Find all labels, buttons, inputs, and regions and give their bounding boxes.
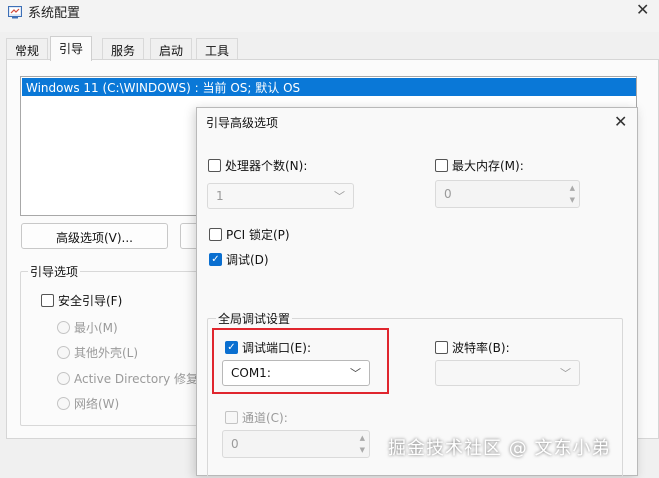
tab-services[interactable]: 服务: [102, 38, 145, 60]
spin-down-icon[interactable]: ▼: [360, 446, 365, 454]
network-radio[interactable]: [57, 397, 70, 410]
baud-rate-label: 波特率(B):: [452, 341, 510, 355]
checkmark-icon: ✓: [211, 254, 220, 265]
max-memory-spinner[interactable]: 0 ▲ ▼: [435, 180, 580, 208]
chevron-down-icon: ﹀: [560, 367, 571, 380]
tab-tools[interactable]: 工具: [196, 38, 239, 60]
channel-value: 0: [231, 437, 239, 451]
window-title: 系统配置: [28, 6, 81, 21]
safe-boot-checkbox[interactable]: [41, 294, 54, 307]
safe-boot-label: 安全引导(F): [58, 294, 123, 308]
system-config-app-icon: [8, 6, 22, 19]
tab-boot[interactable]: 引导: [50, 36, 93, 61]
max-memory-label: 最大内存(M):: [452, 159, 524, 173]
boot-options-legend: 引导选项: [28, 263, 81, 280]
tab-strip: 常规 引导 服务 启动 工具: [0, 36, 659, 61]
tab-startup[interactable]: 启动: [150, 38, 193, 60]
network-label: 网络(W): [74, 397, 120, 411]
channel-checkbox[interactable]: [225, 411, 238, 424]
channel-spinner[interactable]: 0 ▲ ▼: [222, 430, 370, 458]
highlight-box: [212, 328, 389, 394]
global-debug-legend: 全局调试设置: [216, 310, 293, 327]
ad-repair-label: Active Directory 修复(: [74, 372, 203, 386]
minimal-radio[interactable]: [57, 321, 70, 334]
spin-up-icon[interactable]: ▲: [570, 184, 575, 192]
minimal-label: 最小(M): [74, 321, 118, 335]
debug-checkbox[interactable]: ✓: [209, 253, 222, 266]
max-memory-value: 0: [444, 187, 452, 201]
pci-lock-label: PCI 锁定(P): [226, 228, 290, 242]
ad-repair-radio[interactable]: [57, 372, 70, 385]
title-bar: [0, 0, 659, 32]
alternate-shell-label: 其他外壳(L): [74, 346, 139, 360]
processors-value: 1: [216, 189, 224, 203]
processors-select[interactable]: 1 ﹀: [207, 183, 354, 209]
watermark: 掘金技术社区 @ 文东小弟: [388, 438, 611, 459]
baud-rate-select[interactable]: ﹀: [435, 360, 580, 386]
window-close-icon[interactable]: ✕: [636, 0, 649, 19]
os-list-item[interactable]: Windows 11 (C:\WINDOWS) : 当前 OS; 默认 OS: [22, 78, 636, 96]
dialog-close-icon[interactable]: ✕: [614, 112, 627, 131]
advanced-options-button[interactable]: 高级选项(V)...: [21, 223, 168, 249]
chevron-down-icon: ﹀: [334, 190, 345, 203]
alternate-shell-radio[interactable]: [57, 346, 70, 359]
spin-up-icon[interactable]: ▲: [360, 434, 365, 442]
baud-rate-checkbox[interactable]: [435, 341, 448, 354]
dialog-title: 引导高级选项: [206, 116, 279, 130]
debug-label: 调试(D): [226, 253, 269, 267]
pci-lock-checkbox[interactable]: [209, 228, 222, 241]
tab-general[interactable]: 常规: [6, 38, 49, 60]
max-memory-checkbox[interactable]: [435, 159, 448, 172]
spin-down-icon[interactable]: ▼: [570, 196, 575, 204]
processors-label: 处理器个数(N):: [225, 159, 308, 173]
channel-label: 通道(C):: [242, 411, 288, 425]
processors-checkbox[interactable]: [208, 159, 221, 172]
